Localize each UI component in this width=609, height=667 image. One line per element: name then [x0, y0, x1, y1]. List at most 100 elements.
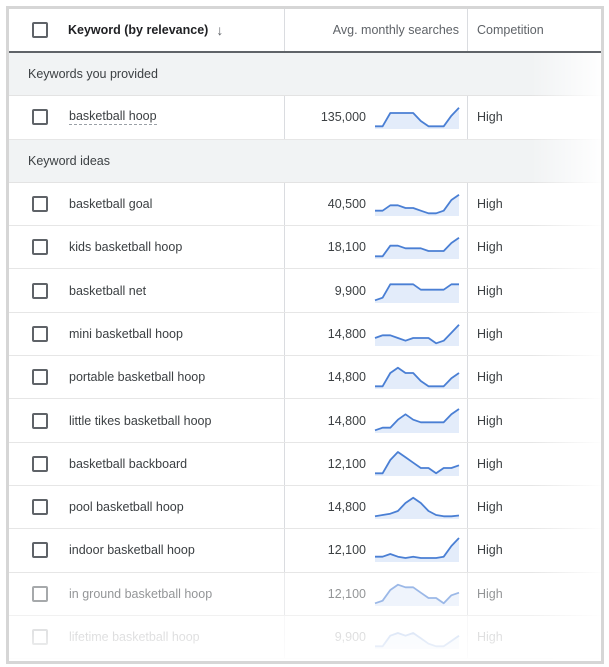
monthly-searches-value: 12,100: [327, 456, 366, 471]
competition-value: High: [477, 110, 503, 125]
competition-value: High: [477, 240, 503, 255]
table-row: little tikes basketball hoop 14,800 High: [9, 399, 601, 443]
searches-cell: 9,900: [285, 269, 468, 312]
searches-cell: 9,900: [285, 615, 468, 659]
row-checkbox[interactable]: [32, 369, 48, 386]
row-checkbox[interactable]: [32, 239, 48, 256]
monthly-searches-value: 135,000: [320, 110, 366, 125]
keyword-table-panel: Keyword (by relevance) ↓ Avg. monthly se…: [6, 6, 604, 664]
keyword-text: portable basketball hoop: [69, 370, 206, 385]
header-searches-cell[interactable]: Avg. monthly searches: [285, 9, 468, 51]
header-competition-cell[interactable]: Competition: [468, 9, 601, 51]
keyword-text: basketball hoop: [69, 109, 157, 126]
monthly-searches-value: 14,800: [327, 326, 366, 341]
keyword-text: lifetime basketball hoop: [69, 630, 200, 644]
table-header: Keyword (by relevance) ↓ Avg. monthly se…: [9, 9, 601, 53]
trend-sparkline[interactable]: [374, 450, 460, 478]
competition-cell: High: [468, 226, 601, 268]
row-checkbox[interactable]: [32, 412, 48, 429]
competition-value: High: [477, 370, 503, 385]
group-label: Keywords you provided: [28, 67, 158, 82]
competition-cell: High: [468, 529, 601, 571]
monthly-searches-value: 40,500: [327, 197, 366, 212]
monthly-searches-value: 14,800: [327, 370, 366, 385]
row-checkbox[interactable]: [32, 542, 48, 559]
monthly-searches-value: 14,800: [327, 500, 366, 515]
table-row: basketball net 9,900 High: [9, 269, 601, 313]
table-row: in ground basketball hoop 12,100 High: [9, 572, 601, 616]
trend-sparkline[interactable]: [374, 277, 460, 305]
competition-cell: High: [468, 399, 601, 441]
select-all-checkbox[interactable]: [32, 22, 48, 38]
keyword-text: kids basketball hoop: [69, 240, 183, 255]
table-row: basketball backboard 12,100 High: [9, 442, 601, 486]
sparkline-area: [375, 538, 459, 563]
searches-column-label: Avg. monthly searches: [332, 23, 459, 37]
keyword-cell: indoor basketball hoop: [9, 529, 285, 572]
competition-value: High: [477, 543, 503, 558]
keyword-text: basketball backboard: [69, 456, 188, 471]
competition-cell: High: [468, 96, 601, 138]
trend-sparkline[interactable]: [374, 190, 460, 218]
keyword-text: basketball goal: [69, 197, 153, 212]
competition-value: High: [477, 586, 503, 601]
trend-sparkline[interactable]: [374, 493, 460, 521]
row-checkbox[interactable]: [32, 109, 48, 126]
row-checkbox[interactable]: [32, 282, 48, 299]
trend-sparkline[interactable]: [374, 320, 460, 348]
sparkline-area: [375, 194, 459, 217]
trend-sparkline[interactable]: [374, 536, 460, 564]
competition-cell: High: [468, 573, 601, 615]
competition-cell: High: [468, 616, 601, 658]
competition-cell: High: [468, 183, 601, 225]
competition-cell: High: [468, 443, 601, 485]
keyword-cell: basketball net: [9, 269, 285, 312]
monthly-searches-value: 14,800: [327, 413, 366, 428]
competition-value: High: [477, 500, 503, 515]
trend-sparkline[interactable]: [374, 363, 460, 391]
table-row: pool basketball hoop 14,800 High: [9, 485, 601, 530]
keyword-text: in ground basketball hoop: [69, 586, 213, 601]
row-checkbox[interactable]: [32, 325, 48, 342]
searches-cell: 14,800: [285, 356, 468, 399]
trend-sparkline[interactable]: [374, 623, 460, 651]
competition-value: High: [477, 283, 503, 298]
keyword-text: pool basketball hoop: [69, 500, 184, 515]
competition-cell: High: [468, 313, 601, 355]
searches-cell: 14,800: [285, 399, 468, 442]
monthly-searches-value: 18,100: [327, 240, 366, 255]
trend-sparkline[interactable]: [374, 580, 460, 608]
row-checkbox[interactable]: [32, 455, 48, 472]
competition-value: High: [477, 413, 503, 428]
keyword-text: little tikes basketball hoop: [69, 413, 212, 428]
keyword-cell: basketball backboard: [9, 442, 285, 485]
trend-sparkline[interactable]: [374, 407, 460, 435]
keyword-cell: kids basketball hoop: [9, 226, 285, 269]
competition-cell: High: [468, 486, 601, 528]
keyword-cell: basketball hoop: [9, 96, 285, 139]
searches-cell: 12,100: [285, 572, 468, 615]
competition-value: High: [477, 456, 503, 471]
trend-sparkline[interactable]: [374, 103, 460, 131]
keyword-cell: basketball goal: [9, 182, 285, 226]
competition-value: High: [477, 197, 503, 212]
row-checkbox[interactable]: [32, 196, 48, 213]
row-checkbox[interactable]: [32, 629, 48, 645]
row-checkbox[interactable]: [32, 499, 48, 516]
competition-cell: High: [468, 269, 601, 311]
row-checkbox[interactable]: [32, 585, 48, 602]
monthly-searches-value: 12,100: [327, 543, 366, 558]
group-header-ideas: Keyword ideas: [9, 139, 601, 183]
table-row: mini basketball hoop 14,800 High: [9, 312, 601, 357]
trend-sparkline[interactable]: [374, 233, 460, 261]
table-row: lifetime basketball hoop 9,900 High: [9, 615, 601, 660]
searches-cell: 12,100: [285, 442, 468, 485]
keyword-cell: portable basketball hoop: [9, 356, 285, 399]
table-row: indoor basketball hoop 12,100 High: [9, 529, 601, 573]
searches-cell: 14,800: [285, 485, 468, 529]
searches-cell: 40,500: [285, 182, 468, 226]
competition-value: High: [477, 630, 503, 644]
sort-keyword-header[interactable]: Keyword (by relevance) ↓: [68, 22, 223, 38]
sparkline-area: [375, 584, 459, 606]
monthly-searches-value: 9,900: [334, 283, 366, 298]
